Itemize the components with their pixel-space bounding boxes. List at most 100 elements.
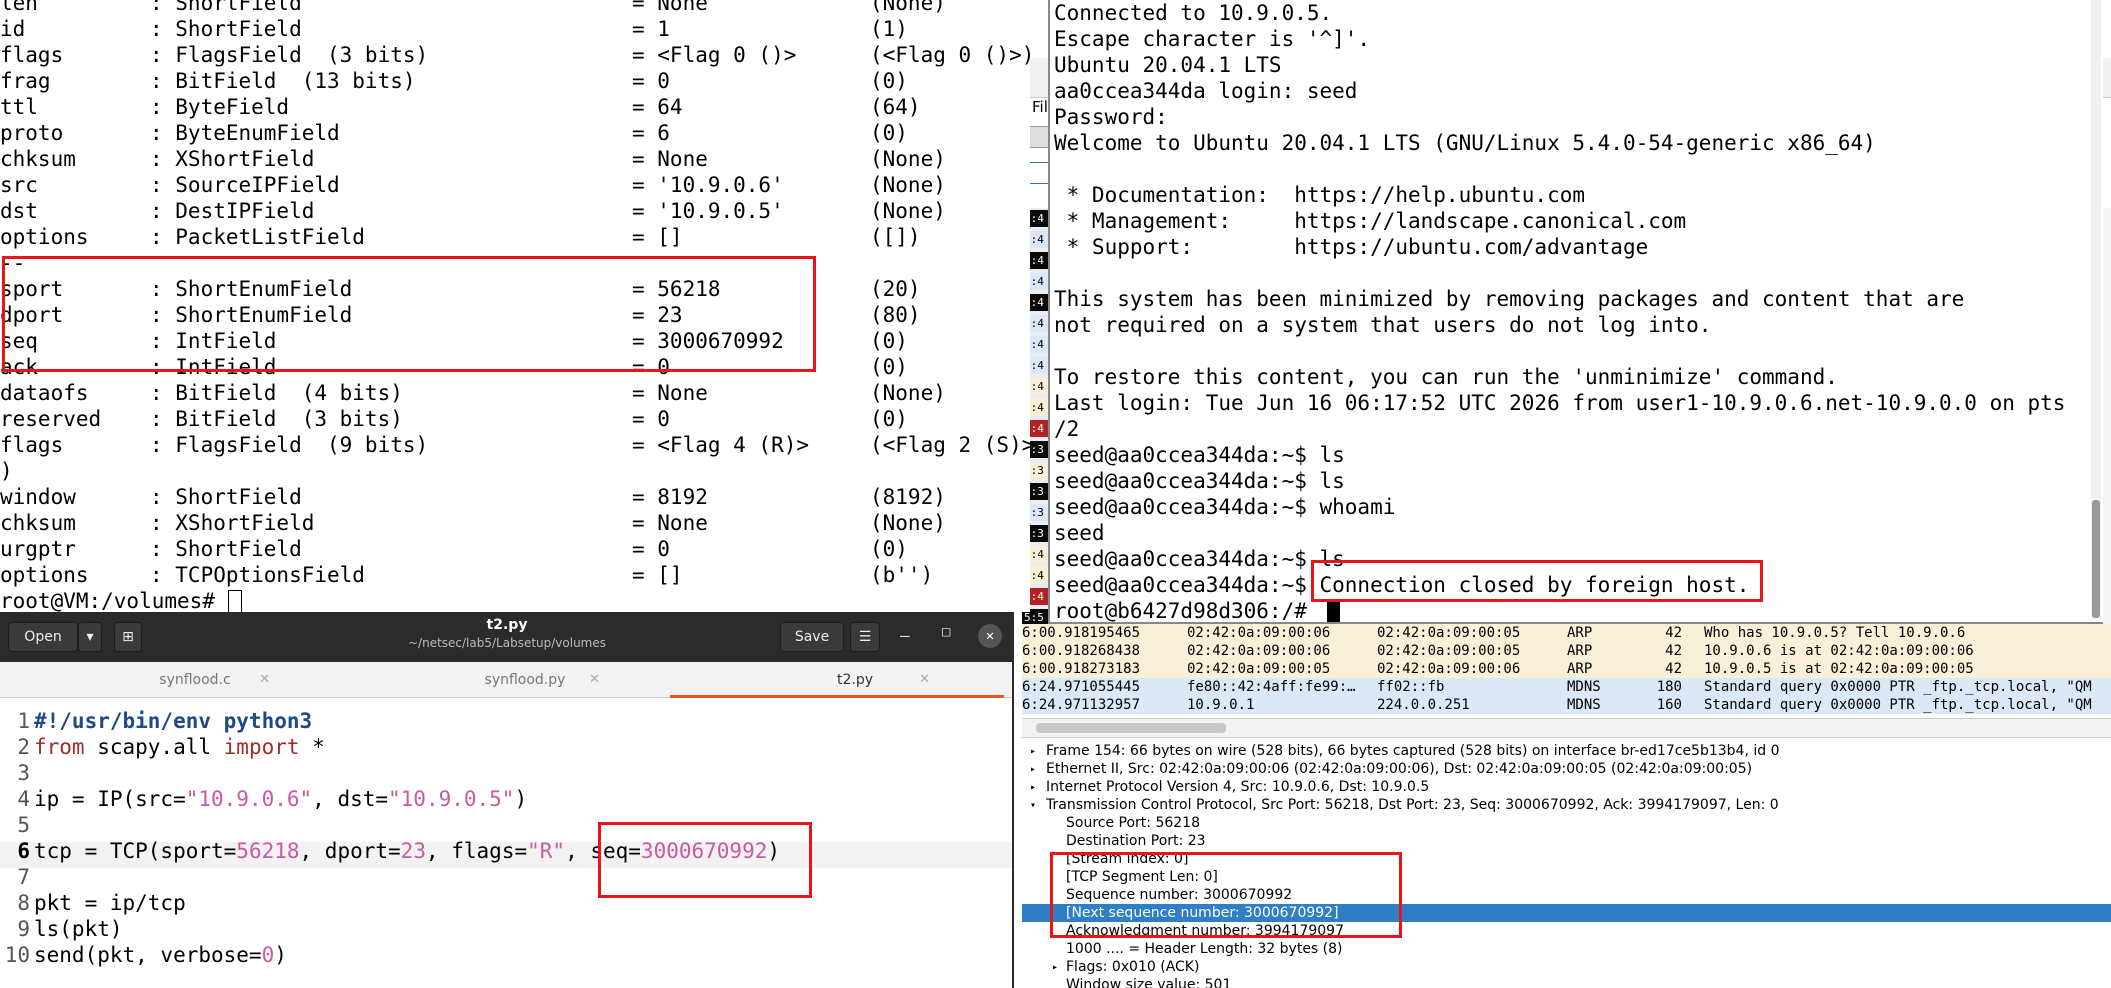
code-token: from	[34, 735, 85, 759]
packet-list-hscroll[interactable]	[1022, 718, 2111, 738]
tcp-field-item[interactable]: Source Port: 56218	[1066, 814, 1200, 832]
detail-tree-item[interactable]: Frame 154: 66 bytes on wire (528 bits), …	[1046, 742, 1780, 760]
menu-file[interactable]: Fil	[1032, 98, 1048, 116]
field-value: = None	[632, 511, 708, 535]
field-value: = []	[632, 225, 683, 249]
field-name: dataofs	[0, 381, 89, 405]
field-default: (0)	[870, 329, 908, 353]
field-name: flags	[0, 433, 64, 457]
field-type: : BitField (3 bits)	[150, 407, 403, 431]
terminal-line: seed	[1054, 521, 1105, 545]
packet-time: 6:00.918273183	[1022, 661, 1141, 677]
active-tab-indicator	[670, 695, 1004, 698]
field-value: = None	[632, 147, 708, 171]
detail-tree-item[interactable]: Ethernet II, Src: 02:42:0a:09:00:06 (02:…	[1046, 760, 1752, 778]
field-default: (<Flag 0 ()>)	[870, 43, 1030, 67]
hamburger-menu-icon[interactable]: ☰	[850, 622, 880, 652]
field-name: options	[0, 563, 89, 587]
field-default: (b'')	[870, 563, 934, 587]
code-token: send(pkt, verbose=	[34, 943, 262, 967]
terminal-line: seed@aa0ccea344da:~$ ls	[1054, 443, 1345, 467]
collapsed-triangle-icon[interactable]: ▸	[1030, 782, 1036, 793]
collapsed-triangle-icon[interactable]: ▸	[1030, 746, 1036, 757]
collapsed-triangle-icon[interactable]: ▸	[1052, 962, 1058, 973]
packet-row[interactable]: 6:00.918268438 02:42:0a:09:00:06 02:42:0a:…	[1022, 642, 2111, 660]
code-token: import	[223, 735, 300, 759]
code-token: ls(pkt)	[34, 917, 123, 941]
field-type: : ByteEnumField	[150, 121, 340, 145]
tcp-field-item[interactable]: Destination Port: 23	[1066, 832, 1206, 850]
field-value: = <Flag 4 (R)>	[632, 433, 810, 457]
field-default: (0)	[870, 355, 908, 379]
terminal-scrollbar[interactable]	[2091, 0, 2101, 620]
toolbar-button[interactable]	[1027, 126, 1049, 148]
collapsed-triangle-icon[interactable]: ▸	[1030, 764, 1036, 775]
tcp-field-item[interactable]: 1000 .... = Header Length: 32 bytes (8)	[1066, 940, 1343, 958]
field-name: len	[0, 0, 38, 15]
line-number: 6	[17, 839, 30, 863]
filter-bookmark-icon[interactable]	[1027, 162, 1049, 184]
field-name: proto	[0, 121, 64, 145]
field-name: frag	[0, 69, 51, 93]
minimize-icon[interactable]: –	[900, 626, 910, 645]
packet-row[interactable]: 6:00.918195465 02:42:0a:09:00:06 02:42:0a:…	[1022, 624, 2111, 642]
detail-tree-item[interactable]: Internet Protocol Version 4, Src: 10.9.0…	[1046, 778, 1429, 796]
packet-row[interactable]: 6:24.971055445 fe80::42:4aff:fe99:… ff02::…	[1022, 678, 2111, 696]
tab-synflood-c[interactable]: synflood.c ✕	[140, 662, 270, 698]
packet-src: 02:42:0a:09:00:06	[1187, 643, 1331, 659]
tcp-field-item[interactable]: Window size value: 501	[1066, 976, 1231, 988]
packet-row[interactable]: 6:00.918273183 02:42:0a:09:00:05 02:42:0a:…	[1022, 660, 2111, 678]
terminal-line: This system has been minimized by removi…	[1054, 287, 1965, 311]
tcp-field-item[interactable]: Flags: 0x010 (ACK)	[1066, 958, 1199, 976]
terminal-line: * Management: https://landscape.canonica…	[1054, 209, 1687, 233]
tab-synflood-py[interactable]: synflood.py ✕	[470, 662, 600, 698]
terminal-line: root@b6427d98d306:/#	[1054, 599, 1320, 623]
field-default: (20)	[870, 277, 921, 301]
line-number: 4	[17, 787, 30, 811]
line-number: 10	[4, 943, 30, 967]
code-token: "R"	[527, 839, 566, 863]
packet-proto: MDNS	[1567, 679, 1601, 695]
code-editor[interactable]: 1 #!/usr/bin/env python3 2 from scapy.all i…	[0, 709, 1012, 988]
terminal-line: seed@aa0ccea344da:~$ ls	[1054, 547, 1345, 571]
save-button[interactable]: Save	[780, 622, 844, 652]
detail-tree-item[interactable]: Transmission Control Protocol, Src Port:…	[1046, 796, 1779, 814]
tab-t2-py[interactable]: t2.py ✕	[800, 662, 930, 698]
expanded-triangle-icon[interactable]: ▾	[1030, 800, 1036, 811]
packet-info: 10.9.0.5 is at 02:42:0a:09:00:05	[1704, 661, 1974, 677]
terminal-line: Welcome to Ubuntu 20.04.1 LTS (GNU/Linux…	[1054, 131, 1876, 155]
field-value: = '10.9.0.5'	[632, 199, 784, 223]
code-line: 3	[0, 760, 1012, 786]
maximize-icon[interactable]: □	[942, 624, 950, 640]
code-text: #!/usr/bin/env python3	[34, 708, 312, 734]
packet-proto: ARP	[1567, 661, 1593, 677]
packet-src: 02:42:0a:09:00:06	[1187, 625, 1331, 641]
terminal-line: Password:	[1054, 105, 1168, 129]
terminal-line: not required on a system that users do n…	[1054, 313, 1712, 337]
line-number: 3	[17, 761, 30, 785]
field-name: )	[0, 459, 13, 483]
packet-src: 02:42:0a:09:00:05	[1187, 661, 1331, 677]
code-token: ip = IP(src=	[34, 787, 186, 811]
code-line: 5	[0, 812, 1012, 838]
field-value: = 0	[632, 537, 670, 561]
field-default: (None)	[870, 173, 946, 197]
code-token: *	[299, 735, 325, 759]
terminal-line: * Support: https://ubuntu.com/advantage	[1054, 235, 1649, 259]
field-type: : DestIPField	[150, 199, 315, 223]
field-type: : TCPOptionsField	[150, 563, 365, 587]
close-icon[interactable]: ✕	[978, 624, 1002, 648]
field-type: : BitField (4 bits)	[150, 381, 403, 405]
field-value: = 8192	[632, 485, 708, 509]
packet-info: Standard query 0x0000 PTR _ftp._tcp.loca…	[1704, 697, 2092, 713]
field-name: ttl	[0, 95, 38, 119]
field-value: = <Flag 0 ()>	[632, 43, 797, 67]
packet-proto: MDNS	[1567, 697, 1601, 713]
code-text: pkt = ip/tcp	[34, 890, 186, 916]
field-value: = 0	[632, 407, 670, 431]
packet-row[interactable]: 6:24.971132957 10.9.0.1 224.0.0.251 MDNS 160…	[1022, 696, 2111, 714]
field-value: = 0	[632, 69, 670, 93]
telnet-terminal[interactable]: Connected to 10.9.0.5. Escape character i…	[1048, 0, 2103, 624]
scrollbar-thumb[interactable]	[2092, 500, 2100, 618]
packet-src: 10.9.0.1	[1187, 697, 1255, 713]
